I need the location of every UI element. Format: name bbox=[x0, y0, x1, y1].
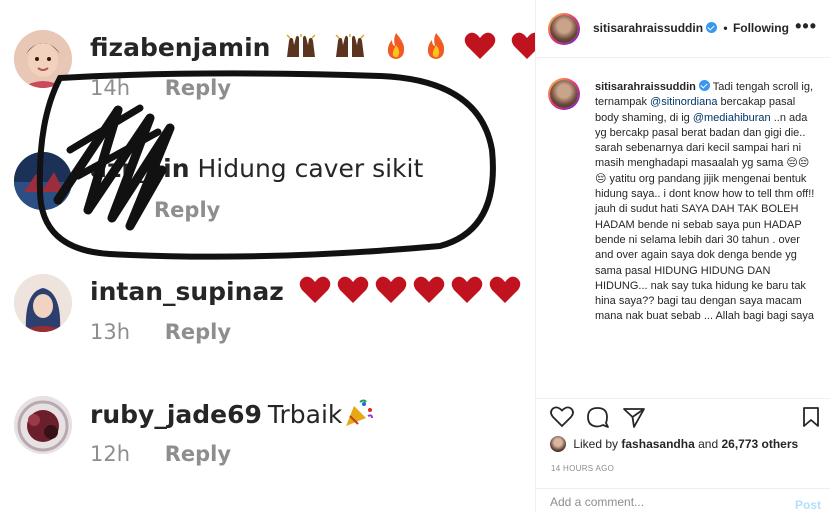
heart-icon bbox=[451, 276, 483, 310]
more-options-icon[interactable]: ••• bbox=[795, 16, 817, 37]
fire-icon bbox=[383, 32, 409, 66]
heart-icon bbox=[299, 276, 331, 310]
post-button[interactable]: Post bbox=[795, 498, 821, 512]
liked-by-user[interactable]: fashasandha bbox=[621, 437, 694, 451]
avatar[interactable] bbox=[14, 396, 72, 454]
bookmark-icon[interactable] bbox=[802, 406, 820, 433]
post-timestamp[interactable]: 14 HOURS AGO bbox=[551, 464, 614, 473]
heart-icon bbox=[413, 276, 445, 310]
comment-time: 12h bbox=[90, 442, 131, 466]
caption-text: sitisarahraissuddin Tadi tengah scroll i… bbox=[595, 80, 820, 325]
comment-text: Hidung caver sikit bbox=[197, 154, 424, 183]
avatar[interactable] bbox=[548, 13, 580, 45]
avatar[interactable] bbox=[14, 152, 72, 210]
raised-hands-icon bbox=[285, 33, 319, 65]
reply-button[interactable]: Reply bbox=[165, 76, 231, 100]
comment-screenshot: fizabenjamin 14h Reply azr_ain Hidung ca… bbox=[0, 0, 535, 512]
fire-icon bbox=[423, 32, 449, 66]
avatar[interactable] bbox=[14, 274, 72, 332]
post-author-username[interactable]: sitisarahraissuddin bbox=[593, 21, 703, 35]
likes-row: Liked by fashasandha and 26,773 others bbox=[550, 436, 798, 452]
heart-icon bbox=[375, 276, 407, 310]
verified-icon bbox=[698, 80, 710, 91]
reply-button[interactable]: Reply bbox=[154, 198, 220, 222]
scribble-overlay bbox=[36, 70, 496, 260]
separator-dot: • bbox=[723, 21, 728, 35]
mention-link[interactable]: @sitinordiana bbox=[650, 96, 717, 108]
caption-area: sitisarahraissuddin Tadi tengah scroll i… bbox=[536, 58, 830, 398]
comment-input[interactable] bbox=[550, 495, 770, 509]
reply-button[interactable]: Reply bbox=[165, 442, 231, 466]
heart-icon bbox=[337, 276, 369, 310]
share-icon[interactable] bbox=[622, 406, 646, 433]
comment-time: 13h bbox=[90, 320, 131, 344]
heart-icon bbox=[489, 276, 521, 310]
post-sidebar: sitisarahraissuddin • Following ••• siti… bbox=[535, 0, 830, 512]
likes-count[interactable]: 26,773 others bbox=[721, 437, 798, 451]
avatar[interactable] bbox=[550, 436, 566, 452]
following-button[interactable]: Following bbox=[733, 21, 789, 35]
heart-icon bbox=[511, 32, 535, 66]
comment-username[interactable]: azr_ain bbox=[90, 154, 190, 183]
likes-prefix: Liked by bbox=[573, 437, 619, 451]
heart-icon[interactable] bbox=[550, 406, 574, 433]
likes-and: and bbox=[698, 437, 719, 451]
comment-text: Trbaik bbox=[267, 400, 343, 429]
avatar[interactable] bbox=[548, 78, 580, 110]
avatar[interactable] bbox=[14, 30, 72, 88]
comment-username[interactable]: ruby_jade69 bbox=[90, 400, 262, 429]
comment-username[interactable]: intan_supinaz bbox=[90, 277, 284, 306]
caption-username[interactable]: sitisarahraissuddin bbox=[595, 81, 696, 93]
raised-hands-icon bbox=[334, 33, 368, 65]
action-bar bbox=[536, 398, 830, 434]
post-header: sitisarahraissuddin • Following ••• bbox=[536, 0, 830, 58]
party-popper-icon bbox=[344, 398, 374, 434]
heart-icon bbox=[464, 32, 496, 66]
comment-time: 14h bbox=[90, 76, 131, 100]
comment-icon[interactable] bbox=[586, 406, 610, 433]
add-comment-bar: Post bbox=[536, 488, 830, 512]
caption-part: ..n ada yg bercakp pasal berat badan dan… bbox=[595, 111, 815, 323]
comment-username[interactable]: fizabenjamin bbox=[90, 33, 270, 62]
reply-button[interactable]: Reply bbox=[165, 320, 231, 344]
mention-link[interactable]: @mediahiburan bbox=[693, 112, 771, 124]
verified-icon bbox=[706, 22, 718, 33]
